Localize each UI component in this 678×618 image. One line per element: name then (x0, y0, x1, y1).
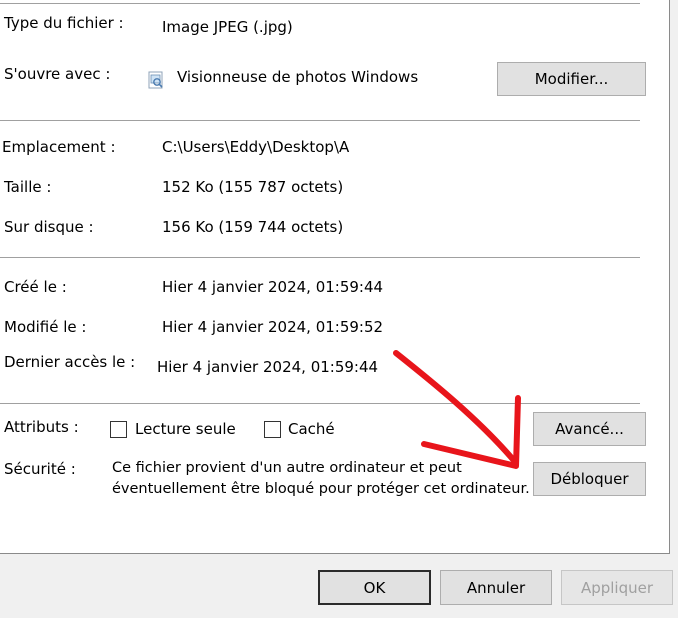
modified-value: Hier 4 janvier 2024, 01:59:52 (162, 318, 384, 336)
readonly-checkbox[interactable] (110, 421, 127, 438)
file-type-label: Type du fichier : (4, 14, 124, 32)
size-value: 152 Ko (155 787 octets) (162, 178, 344, 196)
created-value: Hier 4 janvier 2024, 01:59:44 (162, 278, 384, 296)
location-value: C:\Users\Eddy\Desktop\A (162, 138, 350, 156)
size-label: Taille : (4, 178, 52, 196)
opens-with-value: Visionneuse de photos Windows (177, 68, 419, 86)
accessed-value: Hier 4 janvier 2024, 01:59:44 (157, 358, 379, 376)
window-frame-edge (670, 0, 678, 556)
separator-3 (0, 403, 640, 405)
cancel-button[interactable]: Annuler (440, 570, 552, 605)
security-text-line2: éventuellement être bloqué pour protéger… (112, 481, 530, 497)
apply-button: Appliquer (561, 570, 673, 605)
readonly-label[interactable]: Lecture seule (135, 420, 236, 438)
size-on-disk-value: 156 Ko (159 744 octets) (162, 218, 344, 236)
security-text-line1: Ce fichier provient d'un autre ordinateu… (112, 460, 462, 476)
advanced-button[interactable]: Avancé... (533, 412, 646, 446)
opens-with-label: S'ouvre avec : (4, 65, 111, 83)
change-button[interactable]: Modifier... (497, 62, 646, 96)
security-label: Sécurité : (4, 460, 76, 478)
photo-viewer-icon (147, 71, 165, 89)
ok-button[interactable]: OK (318, 570, 431, 605)
attributes-label: Attributs : (4, 418, 79, 436)
separator-2 (0, 257, 640, 259)
unblock-button[interactable]: Débloquer (533, 462, 646, 496)
size-on-disk-label: Sur disque : (4, 218, 94, 236)
accessed-label: Dernier accès le : (4, 353, 136, 371)
hidden-checkbox[interactable] (264, 421, 281, 438)
hidden-label[interactable]: Caché (288, 420, 335, 438)
modified-label: Modifié le : (4, 318, 87, 336)
location-label: Emplacement : (2, 138, 116, 156)
file-type-value: Image JPEG (.jpg) (162, 18, 293, 36)
properties-panel: Type du fichier : Image JPEG (.jpg) S'ou… (0, 0, 670, 554)
created-label: Créé le : (4, 278, 67, 296)
separator-top (0, 3, 640, 5)
separator-1 (0, 120, 640, 122)
